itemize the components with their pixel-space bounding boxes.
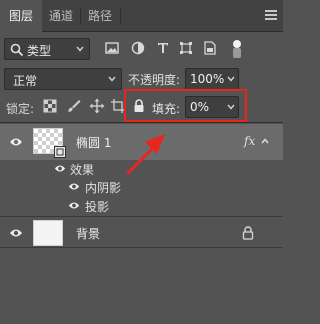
visibility-eye-icon[interactable] xyxy=(68,201,80,210)
panel-menu-icon[interactable] xyxy=(265,10,277,20)
lock-label: 锁定: xyxy=(6,102,35,116)
opacity-value: 100% xyxy=(190,72,225,86)
tab-paths[interactable]: 路径 xyxy=(80,0,120,32)
layer-name[interactable]: 背景 xyxy=(76,225,100,242)
filter-kind-label: 类型 xyxy=(27,44,52,58)
blend-mode-value: 正常 xyxy=(13,74,38,88)
layer-name[interactable]: 椭圆 1 xyxy=(76,134,111,151)
chevron-down-icon xyxy=(108,76,116,82)
divider xyxy=(0,122,283,123)
visibility-eye-icon[interactable] xyxy=(68,182,80,191)
opacity-label: 不透明度: xyxy=(128,73,181,87)
blend-mode-select[interactable]: 正常 xyxy=(4,68,122,90)
opacity-field[interactable]: 100% xyxy=(185,68,239,90)
visibility-eye-icon[interactable] xyxy=(9,228,23,238)
layer-row-ellipse[interactable]: 椭圆 1 fx xyxy=(0,124,283,160)
effect-row-drop-shadow[interactable]: 投影 xyxy=(0,196,283,216)
filter-kind-select[interactable]: 类型 xyxy=(4,38,90,60)
lock-transparent-pixels-icon[interactable] xyxy=(42,98,58,114)
smart-object-filter-icon[interactable] xyxy=(202,40,218,56)
layer-row-background[interactable]: 背景 xyxy=(0,216,283,248)
layer-thumbnail[interactable] xyxy=(33,220,63,246)
panel-tab-bar: 图层 通道 路径 xyxy=(0,0,283,33)
lock-position-icon[interactable] xyxy=(89,98,105,114)
annotation-highlight-box xyxy=(124,89,247,122)
tab-divider xyxy=(120,8,121,24)
chevron-up-icon[interactable] xyxy=(260,137,270,145)
type-filter-icon[interactable] xyxy=(155,40,171,56)
adjustment-filter-icon[interactable] xyxy=(130,40,146,56)
chevron-down-icon[interactable] xyxy=(226,74,236,84)
image-filter-icon[interactable] xyxy=(104,40,120,56)
lock-icon xyxy=(242,226,254,240)
visibility-eye-icon[interactable] xyxy=(9,137,23,147)
effect-row-inner-shadow[interactable]: 内阴影 xyxy=(0,178,283,196)
filter-toggle-icon[interactable] xyxy=(227,38,247,60)
lock-image-pixels-icon[interactable] xyxy=(66,98,82,114)
shape-filter-icon[interactable] xyxy=(178,40,194,56)
tab-channels[interactable]: 通道 xyxy=(42,0,80,32)
visibility-eye-icon[interactable] xyxy=(54,164,66,173)
effect-name: 投影 xyxy=(85,200,110,214)
effects-group-row[interactable]: 效果 xyxy=(0,160,283,178)
fx-icon[interactable]: fx xyxy=(244,134,255,148)
chevron-down-icon xyxy=(76,46,84,52)
search-icon xyxy=(10,43,24,57)
effects-label: 效果 xyxy=(70,163,95,177)
tab-layers[interactable]: 图层 xyxy=(0,0,42,33)
shape-layer-badge-icon xyxy=(54,146,66,158)
effect-name: 内阴影 xyxy=(85,181,122,195)
